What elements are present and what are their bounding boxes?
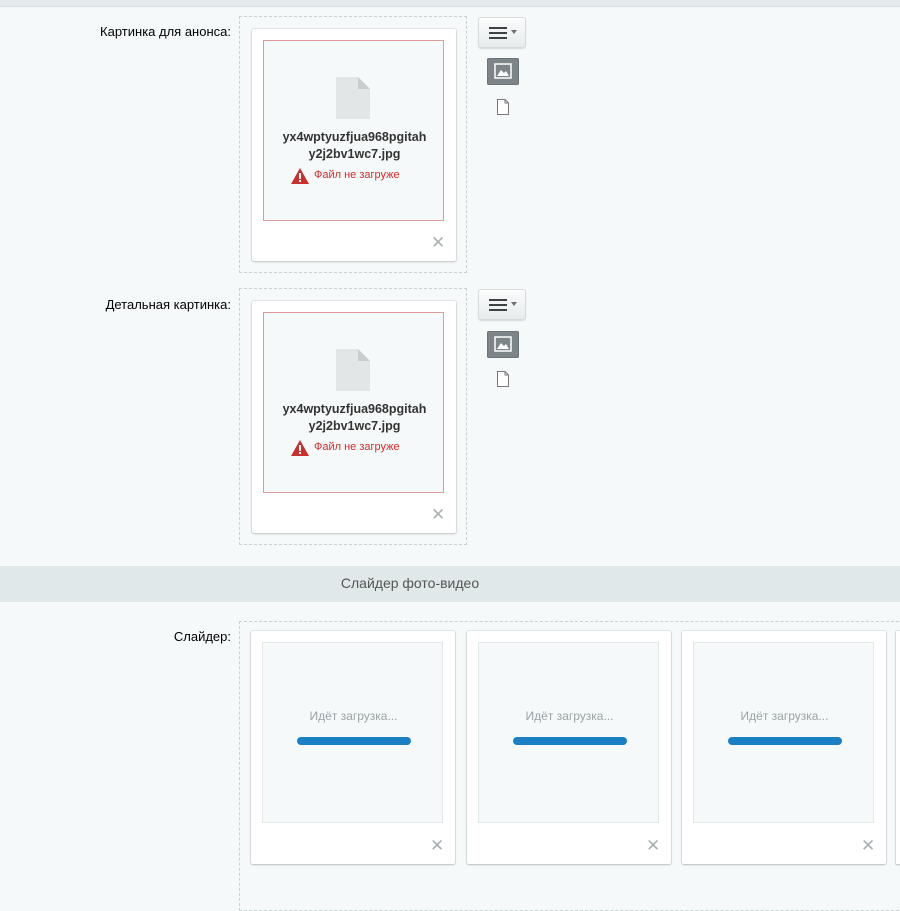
announce-error-text: Файл не загруже — [314, 169, 400, 181]
hamburger-menu-icon — [489, 299, 507, 311]
upload-progress-bar — [513, 737, 627, 745]
detail-error-text: Файл не загруже — [314, 441, 400, 453]
hamburger-menu-icon — [489, 27, 507, 39]
chevron-down-icon — [511, 302, 517, 306]
slider-item[interactable]: Идёт загрузка... ✕ — [682, 631, 886, 864]
loading-text: Идёт загрузка... — [309, 709, 398, 723]
image-icon — [494, 336, 512, 352]
detail-upload-error: Файл не загруже — [291, 440, 451, 456]
document-icon[interactable] — [497, 99, 509, 115]
loading-text: Идёт загрузка... — [525, 709, 614, 723]
detail-file-card[interactable]: yx4wptyuzfjua968pgitah y2j2bv1wc7.jpg Фа… — [252, 301, 456, 533]
slider-item[interactable]: Идёт загрузка... ✕ — [467, 631, 671, 864]
close-icon[interactable]: ✕ — [646, 837, 660, 854]
top-divider — [0, 0, 900, 7]
loading-text: Идёт загрузка... — [740, 709, 829, 723]
close-icon[interactable]: ✕ — [431, 506, 445, 523]
slider-item-preview: Идёт загрузка... — [478, 642, 659, 823]
announce-upload-error: Файл не загруже — [291, 168, 451, 184]
section-title: Слайдер фото-видео — [340, 575, 480, 591]
close-icon[interactable]: ✕ — [861, 837, 875, 854]
slider-item[interactable]: Идёт загрузка... ✕ — [251, 631, 455, 864]
chevron-down-icon — [511, 30, 517, 34]
detail-file-name-line1: yx4wptyuzfjua968pgitah — [282, 402, 427, 416]
detail-file-name-line2: y2j2bv1wc7.jpg — [308, 419, 401, 433]
announce-file-name: yx4wptyuzfjua968pgitah y2j2bv1wc7.jpg — [264, 129, 445, 163]
detail-menu-button[interactable] — [478, 289, 526, 320]
detail-file-name: yx4wptyuzfjua968pgitah y2j2bv1wc7.jpg — [264, 401, 445, 435]
announce-file-card[interactable]: yx4wptyuzfjua968pgitah y2j2bv1wc7.jpg Фа… — [252, 29, 456, 261]
announce-picture-dropzone[interactable]: yx4wptyuzfjua968pgitah y2j2bv1wc7.jpg Фа… — [239, 16, 467, 273]
announce-file-name-line1: yx4wptyuzfjua968pgitah — [282, 130, 427, 144]
detail-picture-dropzone[interactable]: yx4wptyuzfjua968pgitah y2j2bv1wc7.jpg Фа… — [239, 288, 467, 545]
warning-icon — [291, 440, 309, 456]
file-icon — [336, 77, 370, 119]
image-icon — [494, 63, 512, 79]
detail-image-mode-button[interactable] — [487, 331, 519, 358]
file-icon — [336, 349, 370, 391]
close-icon[interactable]: ✕ — [430, 837, 444, 854]
detail-picture-label: Детальная картинка: — [105, 297, 231, 312]
document-icon[interactable] — [497, 371, 509, 387]
announce-file-preview: yx4wptyuzfjua968pgitah y2j2bv1wc7.jpg Фа… — [263, 40, 444, 221]
announce-file-name-line2: y2j2bv1wc7.jpg — [308, 147, 401, 161]
announce-picture-label: Картинка для анонса: — [100, 24, 231, 39]
close-icon[interactable]: ✕ — [431, 234, 445, 251]
warning-icon — [291, 168, 309, 184]
slider-item-partial[interactable] — [896, 631, 900, 864]
slider-label: Слайдер: — [173, 629, 231, 644]
slider-item-preview: Идёт загрузка... — [262, 642, 443, 823]
announce-image-mode-button[interactable] — [487, 58, 519, 85]
detail-file-preview: yx4wptyuzfjua968pgitah y2j2bv1wc7.jpg Фа… — [263, 312, 444, 493]
section-header: Слайдер фото-видео — [0, 566, 900, 602]
upload-progress-bar — [728, 737, 842, 745]
upload-progress-bar — [297, 737, 411, 745]
announce-menu-button[interactable] — [478, 17, 526, 48]
slider-item-preview: Идёт загрузка... — [693, 642, 874, 823]
